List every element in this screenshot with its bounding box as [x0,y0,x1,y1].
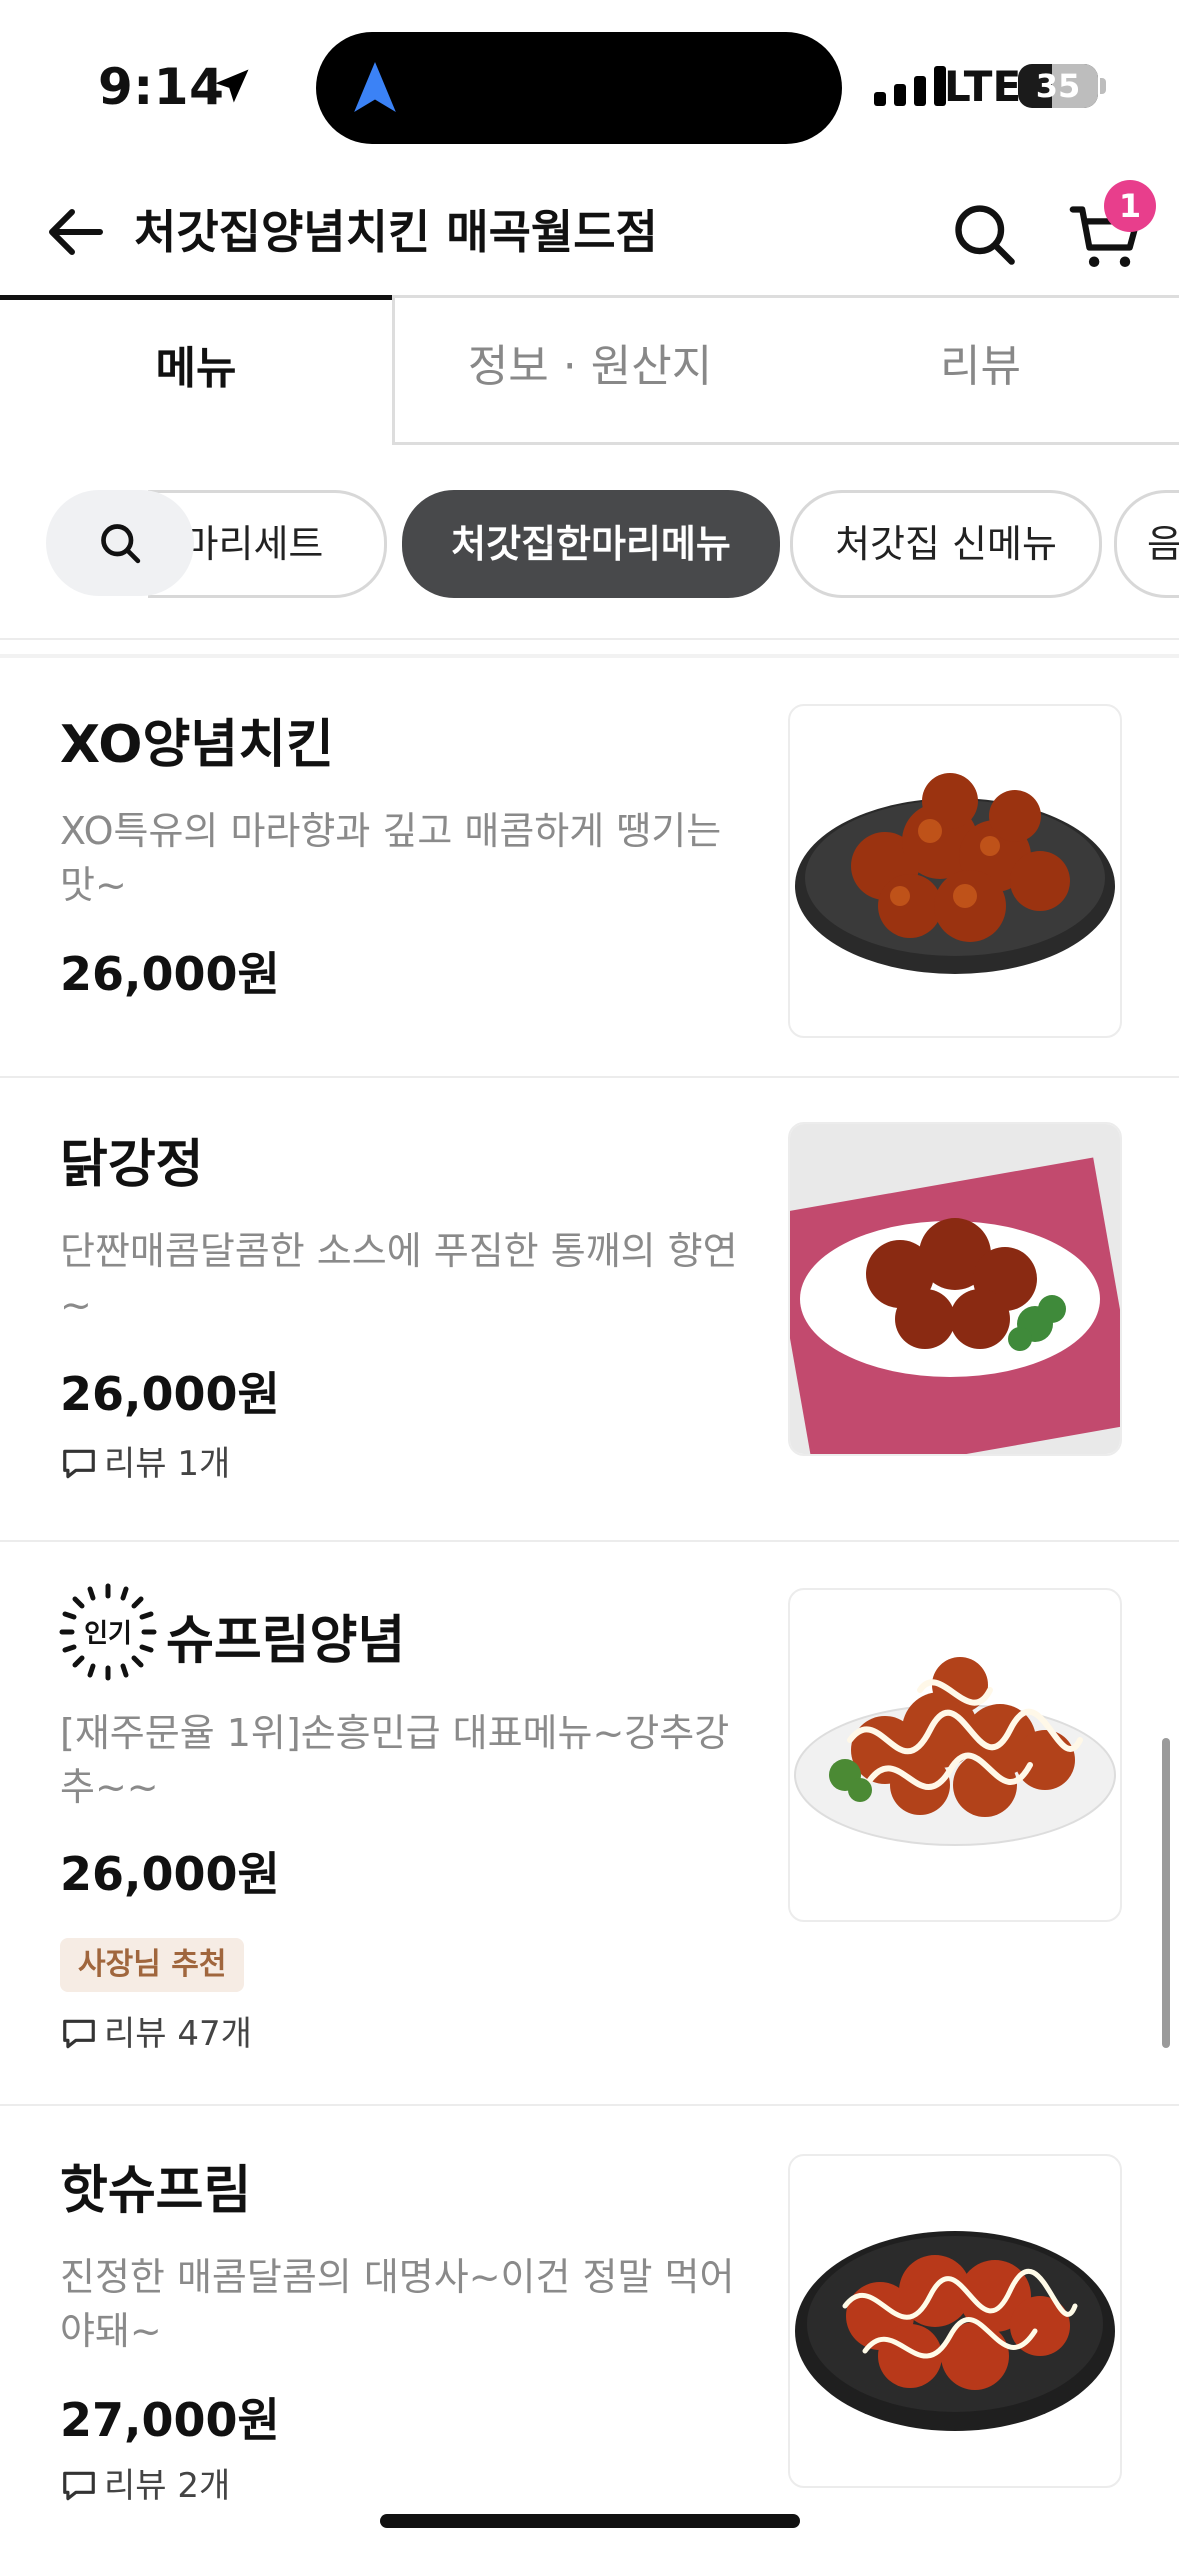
menu-item-price: 26,000원 [60,1367,280,1421]
menu-item[interactable]: 인기 슈프림양념 [재주문율 1위]손흥민급 대표메뉴~강추강추~~ 26,00… [0,1542,1179,2104]
menu-item-name: 슈프림양념 [166,1611,406,1671]
category-chip-label: 처갓집한마리메뉴 [451,522,731,566]
menu-item-price: 26,000원 [60,1847,280,1901]
navigation-arrow-icon [354,62,396,112]
menu-item[interactable]: 핫슈프림 진정한 매콤달콤의 대명사~이건 정말 먹어야돼~ 27,000원 리… [0,2106,1179,2556]
location-arrow-icon [215,69,249,103]
category-chip-drinks[interactable]: 음료 [1114,490,1179,598]
menu-item-image [788,2154,1122,2488]
menu-item-image [788,1122,1122,1456]
scrollbar[interactable] [1162,1738,1170,2048]
chips-divider [0,638,1179,640]
menu-item-review-count: 리뷰 2개 [60,2464,230,2508]
review-count-label: 리뷰 1개 [104,1444,231,1484]
cellular-signal-icon [874,66,946,106]
tab-bar: 메뉴 정보 · 원산지 리뷰 [0,295,1179,445]
tab-menu[interactable]: 메뉴 [0,295,392,444]
menu-item-description: XO특유의 마라향과 깊고 매콤하게 땡기는 맛~ [60,809,722,907]
speech-bubble-icon [63,2471,95,2501]
back-arrow-icon[interactable] [44,200,108,264]
status-bar: 9:14 LTE 35 [0,0,1179,170]
category-chips: 한마리세트 처갓집한마리메뉴 처갓집 신메뉴 음료 [0,480,1179,600]
menu-item-price: 27,000원 [60,2393,280,2447]
review-count-label: 리뷰 2개 [104,2466,231,2506]
popular-badge-icon: 인기 [59,1583,157,1681]
menu-item-name: 닭강정 [60,1135,204,1195]
cart-count-badge: 1 [1104,180,1156,232]
chips-divider-2 [0,654,1179,658]
menu-search-button[interactable] [46,490,194,596]
owner-recommend-badge: 사장님 추천 [60,1938,245,1992]
search-icon[interactable] [950,200,1018,268]
category-chip-label: 처갓집 신메뉴 [835,522,1057,566]
network-type: LTE [944,62,1022,111]
dynamic-island [316,32,842,144]
menu-item[interactable]: XO양념치킨 XO특유의 마라향과 깊고 매콤하게 땡기는 맛~ 26,000원 [0,660,1179,1076]
status-time: 9:14 [98,58,225,116]
menu-item-review-count: 리뷰 1개 [60,1442,230,1486]
menu-item-image [788,1588,1122,1922]
category-chip-whole-menu[interactable]: 처갓집한마리메뉴 [402,490,780,598]
tab-info-origin[interactable]: 정보 · 원산지 [392,295,785,445]
menu-item-name: XO양념치킨 [60,715,334,775]
search-icon [101,524,141,564]
battery-icon: 35 [1018,64,1098,108]
menu-item-name: 핫슈프림 [60,2161,252,2221]
home-indicator[interactable] [380,2514,800,2528]
chicken-gangjeong-image [790,1124,1120,1454]
popular-badge-label: 인기 [84,1619,132,1649]
category-chip-label: 음료 [1147,522,1179,566]
category-chip-new-menu[interactable]: 처갓집 신메뉴 [790,490,1102,598]
fried-chicken-plate-image [795,773,1115,974]
battery-level: 35 [1035,67,1081,105]
hot-supreme-chicken-image [795,2231,1115,2431]
menu-item-description: [재주문율 1위]손흥민급 대표메뉴~강추강추~~ [60,1711,730,1809]
review-count-label: 리뷰 47개 [104,2014,252,2054]
menu-item-description: 진정한 매콤달콤의 대명사~이건 정말 먹어야돼~ [60,2255,735,2353]
menu-item-review-count: 리뷰 47개 [60,2012,252,2056]
menu-item-image [788,704,1122,1038]
tab-reviews[interactable]: 리뷰 [782,295,1179,445]
menu-item[interactable]: 닭강정 단짠매콤달콤한 소스에 푸짐한 통깨의 향연~ 26,000원 리뷰 1… [0,1078,1179,1540]
speech-bubble-icon [63,1449,95,1479]
speech-bubble-icon [63,2019,95,2049]
battery-tip [1100,78,1106,94]
store-title: 처갓집양념치킨 매곡월드점 [134,205,658,259]
menu-item-price: 26,000원 [60,947,280,1001]
supreme-chicken-image [794,1657,1116,1846]
menu-item-description: 단짠매콤달콤한 소스에 푸짐한 통깨의 향연~ [60,1229,738,1327]
